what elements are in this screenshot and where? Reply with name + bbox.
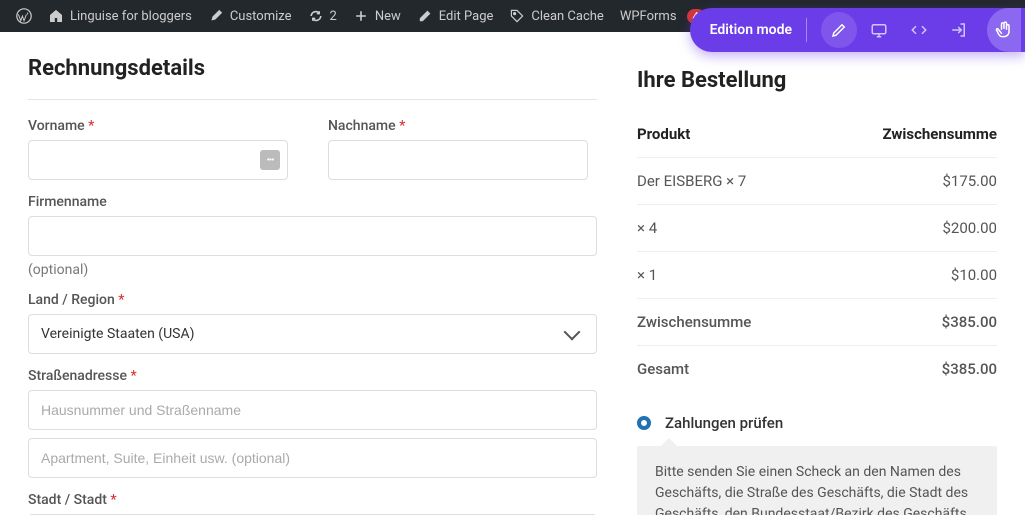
pencil-icon <box>417 8 433 24</box>
tag-icon <box>509 8 525 24</box>
exit-icon <box>950 21 968 39</box>
country-value: Vereinigte Staaten (USA) <box>41 326 194 342</box>
first-name-label: Vorname * <box>28 118 288 134</box>
site-name[interactable]: Linguise for bloggers <box>40 8 200 24</box>
street-input-1[interactable] <box>28 390 597 430</box>
wpforms-label: WPForms <box>620 9 677 24</box>
payment-check-desc: Bitte senden Sie einen Scheck an den Nam… <box>637 446 997 515</box>
payment-check-label: Zahlungen prüfen <box>665 414 783 432</box>
first-name-input[interactable] <box>28 140 288 180</box>
country-label: Land / Region * <box>28 292 597 308</box>
toolbar-divider <box>806 18 807 42</box>
updates-link[interactable]: 2 <box>300 8 345 24</box>
customize-link[interactable]: Customize <box>200 8 300 24</box>
edition-mode-label: Edition mode <box>710 22 792 38</box>
exit-button[interactable] <box>941 12 977 48</box>
order-line: × 1$10.00 <box>637 252 997 299</box>
code-icon <box>910 21 928 39</box>
order-subtotal: Zwischensumme$385.00 <box>637 299 997 346</box>
wp-logo[interactable] <box>8 8 40 24</box>
company-label: Firmenname <box>28 194 597 210</box>
order-summary: Ihre Bestellung Produkt Zwischensumme De… <box>637 56 997 515</box>
pointer-button[interactable] <box>987 8 1021 52</box>
autofill-icon[interactable]: ••• <box>260 150 280 170</box>
edit-page-label: Edit Page <box>439 9 494 24</box>
home-icon <box>48 8 64 24</box>
refresh-icon <box>308 8 324 24</box>
clean-cache-label: Clean Cache <box>531 9 603 24</box>
country-select[interactable]: Vereinigte Staaten (USA) <box>28 314 597 354</box>
order-line: Der EISBERG × 7$175.00 <box>637 158 997 205</box>
last-name-input[interactable] <box>328 140 588 180</box>
billing-form: Rechnungsdetails Vorname * ••• Nachname … <box>28 56 597 515</box>
street-label: Straßenadresse * <box>28 368 597 384</box>
order-line: × 4$200.00 <box>637 205 997 252</box>
code-button[interactable] <box>901 12 937 48</box>
preview-button[interactable] <box>861 12 897 48</box>
last-name-label: Nachname * <box>328 118 588 134</box>
pencil-icon <box>830 21 848 39</box>
monitor-icon <box>870 21 888 39</box>
edition-mode-toolbar: Edition mode <box>690 8 1025 52</box>
order-total: Gesamt$385.00 <box>637 346 997 392</box>
payment-check-option[interactable]: Zahlungen prüfen <box>637 414 997 432</box>
order-heading: Ihre Bestellung <box>637 68 997 93</box>
new-link[interactable]: New <box>345 8 409 24</box>
radio-selected-icon <box>637 416 651 430</box>
city-label: Stadt / Stadt * <box>28 492 597 508</box>
billing-heading: Rechnungsdetails <box>28 56 597 81</box>
clean-cache-link[interactable]: Clean Cache <box>501 8 611 24</box>
hand-icon <box>994 20 1014 40</box>
street-input-2[interactable] <box>28 438 597 478</box>
updates-count: 2 <box>330 9 337 24</box>
customize-label: Customize <box>230 9 292 24</box>
edit-page-link[interactable]: Edit Page <box>409 8 502 24</box>
chevron-down-icon <box>564 324 581 341</box>
col-subtotal: Zwischensumme <box>882 125 997 143</box>
new-label: New <box>375 9 401 24</box>
plus-icon <box>353 8 369 24</box>
site-name-label: Linguise for bloggers <box>70 9 192 24</box>
col-product: Produkt <box>637 125 690 143</box>
company-input[interactable] <box>28 216 597 256</box>
company-optional: (optional) <box>28 262 597 278</box>
brush-icon <box>208 8 224 24</box>
edit-mode-button[interactable] <box>821 12 857 48</box>
payment-section: Zahlungen prüfen Bitte senden Sie einen … <box>637 414 997 515</box>
